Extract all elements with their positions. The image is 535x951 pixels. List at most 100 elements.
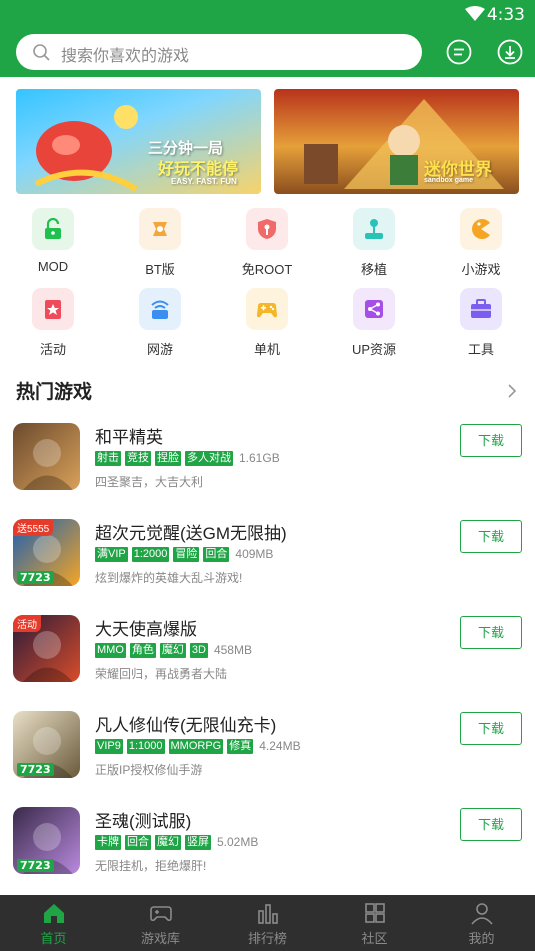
game-list-item[interactable]: 送5555 7723 超次元觉醒(送GM无限抽) 满VIP 1:2000 冒险 回合 … [0, 519, 535, 615]
game-tag: 满VIP [95, 546, 128, 562]
banner-subline: 好玩不能停 [158, 161, 239, 178]
category-item[interactable]: 单机 [227, 288, 307, 358]
gamepad-icon [246, 288, 288, 330]
game-tags: MMO 角色 魔幻 3D 458MB [95, 642, 252, 658]
game-icon: 送5555 7723 [13, 519, 80, 586]
nav-label: 游戏库 [140, 931, 180, 946]
category-item[interactable]: 移植 [334, 208, 414, 278]
game-list-item[interactable]: 活动 大天使高爆版 MMO 角色 魔幻 3D 458MB 荣耀回归，再战勇者大陆 下载 [0, 615, 535, 711]
brand-badge: 7723 [17, 763, 54, 776]
category-item[interactable]: BT版 [120, 208, 200, 278]
game-size: 409MB [235, 547, 274, 561]
category-label: 活动 [39, 342, 66, 357]
game-tag: VIP9 [95, 738, 123, 754]
game-tag: 射击 [95, 450, 121, 466]
game-tags: 卡牌 回合 魔幻 竖屏 5.02MB [95, 834, 258, 850]
game-name: 大天使高爆版 [95, 620, 197, 639]
chevron-right-icon[interactable] [506, 383, 518, 399]
network-icon [139, 288, 181, 330]
game-list-item[interactable]: 7723 凡人修仙传(无限仙充卡) VIP9 1:1000 MMORPG 修真 4.2… [0, 711, 535, 807]
game-description: 炫到爆炸的英雄大乱斗游戏! [95, 571, 243, 585]
game-icon: 活动 [13, 615, 80, 682]
nav-label: 我的 [468, 931, 495, 946]
message-icon[interactable] [446, 39, 472, 65]
game-size: 458MB [213, 643, 252, 657]
category-item[interactable]: 工具 [441, 288, 521, 358]
category-label: 单机 [253, 342, 280, 357]
game-icon: 7723 [13, 807, 80, 874]
download-button[interactable]: 下载 [460, 520, 522, 553]
game-description: 正版IP授权修仙手游 [95, 763, 203, 777]
category-label: 免ROOT [241, 262, 293, 277]
ranking-icon [258, 904, 278, 924]
game-icon-badge: 送5555 [13, 519, 54, 536]
game-tag: 捏脸 [155, 450, 181, 466]
banner-promo-2[interactable]: 迷你世界 sandbox game [274, 89, 519, 194]
game-tags: VIP9 1:1000 MMORPG 修真 4.24MB [95, 738, 301, 754]
nav-item[interactable]: 我的 [428, 895, 535, 951]
share-icon [353, 288, 395, 330]
category-item[interactable]: 网游 [120, 288, 200, 358]
category-label: 工具 [467, 342, 494, 357]
game-icon [13, 423, 80, 490]
bt-icon [139, 208, 181, 250]
nav-item[interactable]: 游戏库 [107, 895, 214, 951]
category-label: 网游 [146, 342, 173, 357]
game-icon: 7723 [13, 711, 80, 778]
game-name: 和平精英 [95, 428, 163, 447]
game-tag: MMO [95, 642, 126, 658]
nav-label: 社区 [361, 931, 388, 946]
banner-tagline: sandbox game [424, 177, 474, 184]
nav-item[interactable]: 排行榜 [214, 895, 321, 951]
nav-item[interactable]: 社区 [321, 895, 428, 951]
search-placeholder: 搜索你喜欢的游戏 [61, 48, 190, 65]
game-name: 超次元觉醒(送GM无限抽) [95, 524, 287, 543]
nav-label: 首页 [40, 931, 67, 946]
download-button[interactable]: 下载 [460, 616, 522, 649]
game-tag: 回合 [203, 546, 230, 562]
game-list-item[interactable]: 和平精英 射击 竞技 捏脸 多人对战 1.61GB 四圣聚吉，大吉大利 下载 [0, 423, 535, 519]
game-tags: 满VIP 1:2000 冒险 回合 409MB [95, 546, 273, 562]
search-input[interactable]: 搜索你喜欢的游戏 [16, 34, 422, 70]
download-button[interactable]: 下载 [460, 712, 522, 745]
category-item[interactable]: 活动 [13, 288, 93, 358]
game-tag: 魔幻 [155, 834, 181, 850]
category-label: 移植 [360, 262, 387, 277]
joystick-icon [353, 208, 395, 250]
brand-badge: 7723 [17, 571, 54, 584]
status-bar: 4:33 [0, 0, 535, 30]
game-tag: MMORPG [168, 738, 224, 754]
game-tag: 1:1000 [126, 738, 165, 754]
status-time: 4:33 [486, 5, 525, 25]
category-item[interactable]: 免ROOT [227, 208, 307, 278]
search-icon [33, 44, 50, 61]
banner-promo-1[interactable]: 三分钟一局 好玩不能停 EASY. FAST. FUN [16, 89, 261, 194]
game-size: 1.61GB [239, 451, 280, 465]
download-manager-icon[interactable] [497, 39, 523, 65]
game-list-item[interactable]: 7723 圣魂(测试服) 卡牌 回合 魔幻 竖屏 5.02MB 无限挂机，拒绝爆肝! … [0, 807, 535, 903]
game-description: 四圣聚吉，大吉大利 [95, 475, 204, 489]
game-tag: 卡牌 [95, 834, 121, 850]
game-name: 圣魂(测试服) [95, 812, 192, 831]
category-item[interactable]: MOD [13, 208, 93, 278]
community-icon [365, 903, 385, 923]
game-tag: 竖屏 [185, 834, 211, 850]
profile-icon [471, 903, 493, 925]
bottom-nav: 首页 游戏库 排行榜 社区 我的 [0, 895, 535, 951]
banner-tagline: EASY. FAST. FUN [171, 177, 237, 186]
category-item[interactable]: 小游戏 [441, 208, 521, 278]
game-name: 凡人修仙传(无限仙充卡) [95, 716, 277, 735]
game-tags: 射击 竞技 捏脸 多人对战 1.61GB [95, 450, 280, 466]
category-item[interactable]: UP资源 [334, 288, 414, 358]
game-tag: 3D [189, 642, 208, 658]
nav-label: 排行榜 [247, 931, 287, 946]
download-button[interactable]: 下载 [460, 808, 522, 841]
game-tag: 冒险 [173, 546, 200, 562]
nav-item[interactable]: 首页 [0, 895, 107, 951]
category-label: BT版 [145, 262, 175, 277]
pacman-icon [460, 208, 502, 250]
category-label: 小游戏 [461, 262, 501, 277]
wifi-icon [465, 6, 485, 21]
download-button[interactable]: 下载 [460, 424, 522, 457]
category-label: MOD [37, 259, 69, 274]
